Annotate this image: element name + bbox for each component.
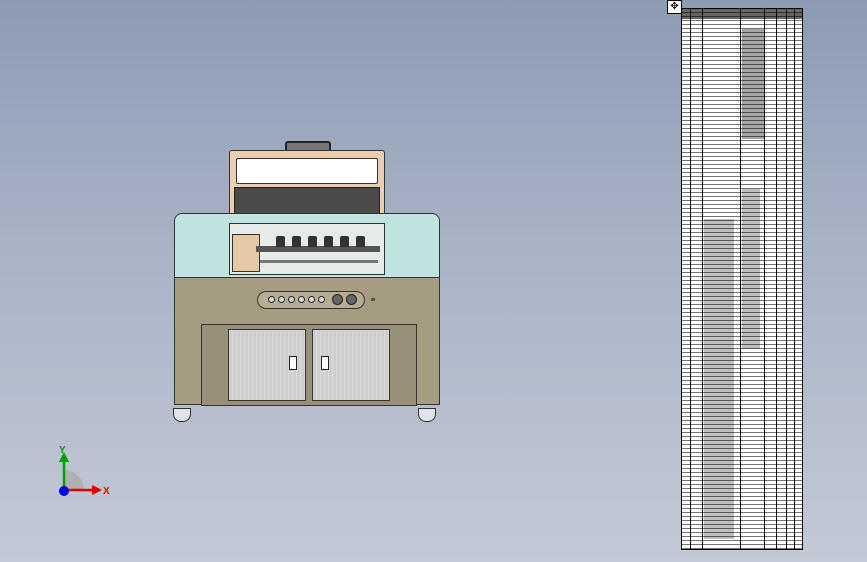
bom-column-divider bbox=[764, 9, 765, 549]
panel-button bbox=[288, 296, 295, 303]
machine-lid bbox=[229, 150, 385, 218]
bom-column-divider bbox=[786, 9, 787, 549]
control-panel bbox=[257, 291, 365, 309]
panel-button bbox=[298, 296, 305, 303]
bom-column-divider bbox=[740, 9, 741, 549]
machine-upper-body bbox=[174, 213, 440, 279]
bom-header-row bbox=[682, 9, 802, 19]
panel-connector bbox=[371, 298, 375, 301]
cabinet-door-left bbox=[228, 329, 306, 401]
x-axis-arrow bbox=[92, 485, 102, 495]
laser-head bbox=[292, 236, 301, 247]
lower-rail bbox=[260, 260, 378, 263]
laser-head bbox=[324, 236, 333, 247]
bom-column-divider bbox=[794, 9, 795, 549]
panel-button bbox=[278, 296, 285, 303]
laser-tube-housing bbox=[232, 234, 260, 272]
work-cavity bbox=[229, 223, 385, 275]
cabinet-door-right bbox=[312, 329, 390, 401]
z-axis bbox=[59, 486, 69, 496]
caster-wheel-left bbox=[173, 408, 191, 422]
caster-wheel-right bbox=[418, 408, 436, 422]
bom-dense-text-block bbox=[742, 29, 764, 139]
coordinate-triad: Y X bbox=[59, 445, 110, 497]
bom-column-divider bbox=[690, 9, 691, 549]
door-latch bbox=[321, 356, 329, 370]
laser-head bbox=[356, 236, 365, 247]
move-handle-icon[interactable]: ✥ bbox=[667, 0, 682, 14]
laser-head bbox=[276, 236, 285, 247]
laser-head bbox=[340, 236, 349, 247]
panel-button bbox=[268, 296, 275, 303]
laser-machine-model[interactable] bbox=[165, 138, 450, 433]
cabinet-frame bbox=[201, 324, 417, 406]
bom-column-divider bbox=[776, 9, 777, 549]
bom-column-divider bbox=[702, 9, 703, 549]
machine-lower-body bbox=[174, 277, 440, 406]
laser-head bbox=[308, 236, 317, 247]
x-axis-label: X bbox=[103, 486, 110, 497]
panel-button bbox=[318, 296, 325, 303]
panel-knob bbox=[346, 294, 357, 305]
panel-knob bbox=[332, 294, 343, 305]
door-latch bbox=[289, 356, 297, 370]
bom-dense-text-block bbox=[742, 189, 760, 349]
panel-button bbox=[308, 296, 315, 303]
bom-dense-text-block bbox=[704, 219, 734, 539]
lid-window bbox=[236, 158, 378, 184]
y-axis-label: Y bbox=[59, 445, 66, 456]
bom-table[interactable] bbox=[681, 8, 803, 550]
lid-inner-panel bbox=[234, 187, 380, 215]
